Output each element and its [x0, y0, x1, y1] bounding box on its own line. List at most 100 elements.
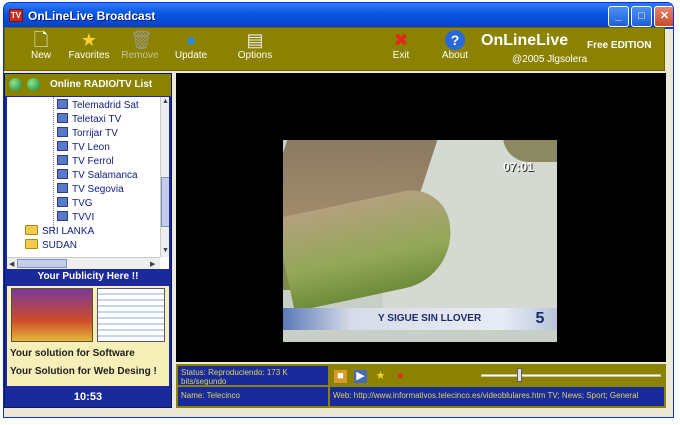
tree-item-channel[interactable]: Teletaxi TV	[57, 113, 121, 126]
ad-banner[interactable]: Your solution for Software Your Solution…	[7, 286, 169, 386]
folder-label: SRI LANKA	[42, 226, 95, 237]
scroll-left-icon[interactable]: ◀	[9, 260, 14, 268]
app-icon: TV	[9, 9, 23, 22]
channel-list-header: Online RADIO/TV List	[5, 74, 171, 96]
remove-label: Remove	[121, 50, 159, 61]
about-label: About	[441, 50, 469, 61]
options-label: Options	[237, 50, 273, 61]
channel-icon	[57, 197, 68, 207]
new-label: New	[30, 50, 51, 61]
publicity-title: Your Publicity Here !!	[37, 271, 139, 282]
brand-name: OnLineLive	[481, 32, 569, 49]
status-bar: Status: Reproduciendo: 173 K bits/segund…	[176, 364, 666, 408]
folder-label: SUDAN	[42, 240, 78, 251]
clock: 10:53	[73, 391, 103, 403]
title-bar[interactable]: TV OnLineLive Broadcast _ □ ✕	[4, 3, 673, 29]
update-button[interactable]: ● Update	[170, 30, 212, 70]
scroll-up-icon[interactable]: ▲	[162, 98, 169, 105]
new-button[interactable]: 🗋 New	[23, 30, 59, 70]
video-area[interactable]: 07:01 Y SIGUE SIN LLOVER 5	[176, 73, 666, 362]
about-icon: ?	[445, 30, 465, 50]
channel-label: Teletaxi TV	[72, 114, 122, 125]
about-button[interactable]: ? About	[437, 30, 473, 70]
channel-icon	[57, 183, 68, 193]
trash-icon: 🗑	[130, 30, 153, 50]
tree-item-channel[interactable]: Torrijar TV	[57, 127, 118, 140]
channel-list-title: Online RADIO/TV List	[50, 79, 153, 90]
channel-label: Telemadrid Sat	[72, 100, 139, 111]
scroll-down-icon[interactable]: ▼	[162, 247, 169, 254]
channel-label: TV Leon	[72, 142, 110, 153]
exit-icon: ✖	[393, 30, 409, 50]
channel-label: TV Segovia	[72, 184, 124, 195]
video-ticker: Y SIGUE SIN LLOVER 5	[283, 308, 557, 330]
tree-item-folder[interactable]: SRI LANKA	[25, 225, 94, 238]
channel-label: TV Salamanca	[72, 170, 138, 181]
globe-icon	[27, 78, 40, 91]
video-frame[interactable]: 07:01 Y SIGUE SIN LLOVER 5	[283, 140, 557, 342]
tree-vertical-scrollbar[interactable]: ▲ ▼	[160, 97, 169, 257]
tree-item-channel[interactable]: Telemadrid Sat	[57, 99, 139, 112]
channel-logo: 5	[535, 310, 545, 327]
copyright-label: @2005 Jlgsolera	[512, 54, 588, 65]
tree-item-channel[interactable]: TV Ferrol	[57, 155, 114, 168]
close-button[interactable]: ✕	[654, 6, 673, 27]
tree-horizontal-scrollbar[interactable]: ◀ ▶	[7, 257, 160, 269]
channel-label: TVG	[72, 198, 93, 209]
record-icon[interactable]: ●	[394, 370, 407, 383]
stop-icon[interactable]: ■	[334, 370, 347, 383]
favorite-star-icon[interactable]: ★	[374, 370, 387, 383]
ad-image	[97, 288, 165, 342]
new-document-icon: 🗋	[33, 30, 49, 50]
channel-name: Name: Telecinco	[178, 387, 328, 406]
scroll-thumb[interactable]	[17, 259, 67, 268]
channel-icon	[57, 211, 68, 221]
channel-icon	[57, 155, 68, 165]
exit-label: Exit	[392, 50, 410, 61]
tree-item-channel[interactable]: TV Segovia	[57, 183, 124, 196]
channel-tree[interactable]: Telemadrid Sat Teletaxi TV Torrijar TV T…	[7, 97, 169, 269]
video-timestamp: 07:01	[503, 160, 534, 174]
options-button[interactable]: ▤ Options	[233, 30, 277, 70]
globe-icon: ●	[185, 30, 197, 50]
folder-icon	[25, 225, 38, 235]
volume-thumb[interactable]	[516, 368, 522, 382]
tree-item-channel[interactable]: TVVI	[57, 211, 94, 224]
channel-icon	[57, 113, 68, 123]
ad-image	[11, 288, 93, 342]
folder-icon	[25, 239, 38, 249]
window-title: OnLineLive Broadcast	[28, 9, 156, 23]
tree-item-channel[interactable]: TV Leon	[57, 141, 110, 154]
channel-icon	[57, 99, 68, 109]
minimize-button[interactable]: _	[608, 6, 629, 27]
update-label: Update	[174, 50, 208, 61]
scroll-right-icon[interactable]: ▶	[150, 260, 155, 268]
channel-label: TV Ferrol	[72, 156, 114, 167]
play-icon[interactable]: ▶	[354, 370, 367, 383]
ticker-text: Y SIGUE SIN LLOVER	[378, 313, 482, 324]
favorites-button[interactable]: ★ Favorites	[65, 30, 113, 70]
tree-item-folder[interactable]: SUDAN	[25, 239, 77, 252]
tree-item-channel[interactable]: TV Salamanca	[57, 169, 138, 182]
sidebar: Online RADIO/TV List Telemadrid Sat Tele…	[4, 73, 172, 408]
channel-label: Torrijar TV	[72, 128, 118, 139]
toolbar: 🗋 New ★ Favorites 🗑 Remove ● Update ▤ Op…	[4, 27, 665, 71]
scroll-thumb[interactable]	[161, 177, 169, 227]
edition-label: Free EDITION	[587, 40, 652, 51]
ad-line: Your Solution for Web Desing !	[10, 366, 157, 377]
channel-icon	[57, 141, 68, 151]
status-text: Status: Reproduciendo: 173 K bits/segund…	[178, 366, 328, 385]
channel-icon	[57, 127, 68, 137]
tree-item-channel[interactable]: TVG	[57, 197, 93, 210]
exit-button[interactable]: ✖ Exit	[385, 30, 417, 70]
options-icon: ▤	[246, 30, 264, 50]
star-icon: ★	[80, 30, 98, 50]
globe-icon	[9, 78, 22, 91]
maximize-button[interactable]: □	[631, 6, 652, 27]
volume-slider[interactable]	[481, 374, 661, 377]
remove-button[interactable]: 🗑 Remove	[118, 30, 162, 70]
tree-connector	[53, 97, 54, 233]
channel-icon	[57, 169, 68, 179]
favorites-label: Favorites	[68, 50, 110, 61]
ad-line: Your solution for Software	[10, 348, 135, 359]
